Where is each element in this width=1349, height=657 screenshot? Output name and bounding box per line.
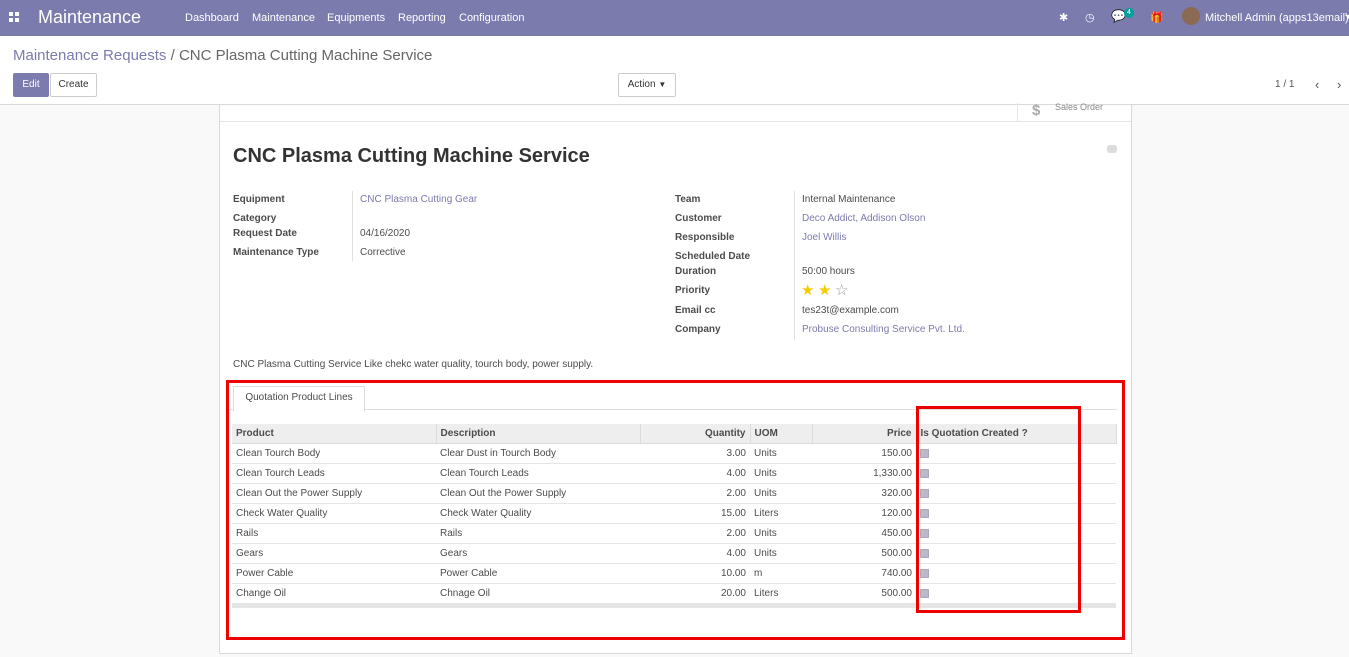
team-value: Internal Maintenance xyxy=(802,194,896,205)
equipment-label: Equipment xyxy=(233,194,285,205)
priority-star-icon[interactable]: ★ xyxy=(818,283,831,298)
menu-reporting[interactable]: Reporting xyxy=(398,12,446,24)
gift-icon[interactable]: 🎁 xyxy=(1150,11,1164,24)
user-menu-label[interactable]: Mitchell Admin (apps13email) xyxy=(1205,12,1349,24)
previous-record-icon[interactable]: ‹ xyxy=(1315,77,1319,92)
priority-label: Priority xyxy=(675,285,711,296)
menu-equipments[interactable]: Equipments xyxy=(327,12,385,24)
request-date-label: Request Date xyxy=(233,228,297,239)
equipment-value[interactable]: CNC Plasma Cutting Gear xyxy=(360,194,477,205)
create-button[interactable]: Create xyxy=(50,73,97,97)
pager-value[interactable]: 1 / 1 xyxy=(1275,79,1294,90)
caret-down-icon: ▼ xyxy=(658,80,667,89)
company-label: Company xyxy=(675,324,721,335)
activity-clock-icon[interactable]: ◷ xyxy=(1085,11,1095,24)
breadcrumb: Maintenance Requests / CNC Plasma Cuttin… xyxy=(13,47,432,64)
chevron-down-icon[interactable] xyxy=(1345,15,1349,19)
breadcrumb-separator: / xyxy=(170,47,175,64)
field-separator xyxy=(352,191,353,261)
next-record-icon[interactable]: › xyxy=(1337,77,1341,92)
description-text: CNC Plasma Cutting Service Like chekc wa… xyxy=(233,359,594,370)
sales-order-smart-button[interactable]: $ Sales Order xyxy=(1017,102,1130,121)
menu-configuration[interactable]: Configuration xyxy=(459,12,524,24)
bug-icon[interactable]: ✱ xyxy=(1059,11,1068,24)
action-label: Action xyxy=(627,79,656,90)
top-navbar: Maintenance Dashboard Maintenance Equipm… xyxy=(0,0,1349,36)
action-dropdown-button[interactable]: Action ▼ xyxy=(618,73,676,97)
priority-star-empty-icon[interactable]: ☆ xyxy=(835,283,848,298)
breadcrumb-current: CNC Plasma Cutting Machine Service xyxy=(178,47,433,64)
category-label: Category xyxy=(233,213,277,224)
responsible-value[interactable]: Joel Willis xyxy=(802,232,846,243)
menu-maintenance[interactable]: Maintenance xyxy=(252,12,315,24)
app-name[interactable]: Maintenance xyxy=(38,7,141,28)
dollar-icon: $ xyxy=(1032,102,1041,119)
maintenance-type-label: Maintenance Type xyxy=(233,247,319,258)
kanban-state-icon[interactable] xyxy=(1107,145,1117,153)
avatar[interactable] xyxy=(1182,7,1200,25)
request-date-value: 04/16/2020 xyxy=(360,228,411,239)
priority-star-icon[interactable]: ★ xyxy=(801,283,814,298)
field-separator xyxy=(794,191,795,340)
control-panel: Maintenance Requests / CNC Plasma Cuttin… xyxy=(0,36,1349,105)
team-label: Team xyxy=(675,194,701,205)
responsible-label: Responsible xyxy=(675,232,735,243)
breadcrumb-parent[interactable]: Maintenance Requests xyxy=(13,47,166,64)
sales-order-label: Sales Order xyxy=(1055,102,1104,112)
page-title: CNC Plasma Cutting Machine Service xyxy=(233,145,590,167)
maintenance-type-value: Corrective xyxy=(360,247,406,258)
email-cc-value: tes23t@example.com xyxy=(802,305,899,316)
edit-button[interactable]: Edit xyxy=(13,73,49,97)
button-box: $ Sales Order xyxy=(220,102,1131,122)
duration-label: Duration xyxy=(675,266,717,277)
customer-label: Customer xyxy=(675,213,722,224)
scheduled-date-label: Scheduled Date xyxy=(675,251,751,262)
duration-value: 50:00 hours xyxy=(802,266,855,277)
company-value[interactable]: Probuse Consulting Service Pvt. Ltd. xyxy=(802,324,965,335)
email-cc-label: Email cc xyxy=(675,305,716,316)
customer-value[interactable]: Deco Addict, Addison Olson xyxy=(802,213,925,224)
menu-dashboard[interactable]: Dashboard xyxy=(185,12,239,24)
highlight-box-quotation-column xyxy=(916,406,1081,613)
messages-count-badge: 4 xyxy=(1124,8,1134,18)
apps-menu-icon[interactable] xyxy=(9,12,19,22)
